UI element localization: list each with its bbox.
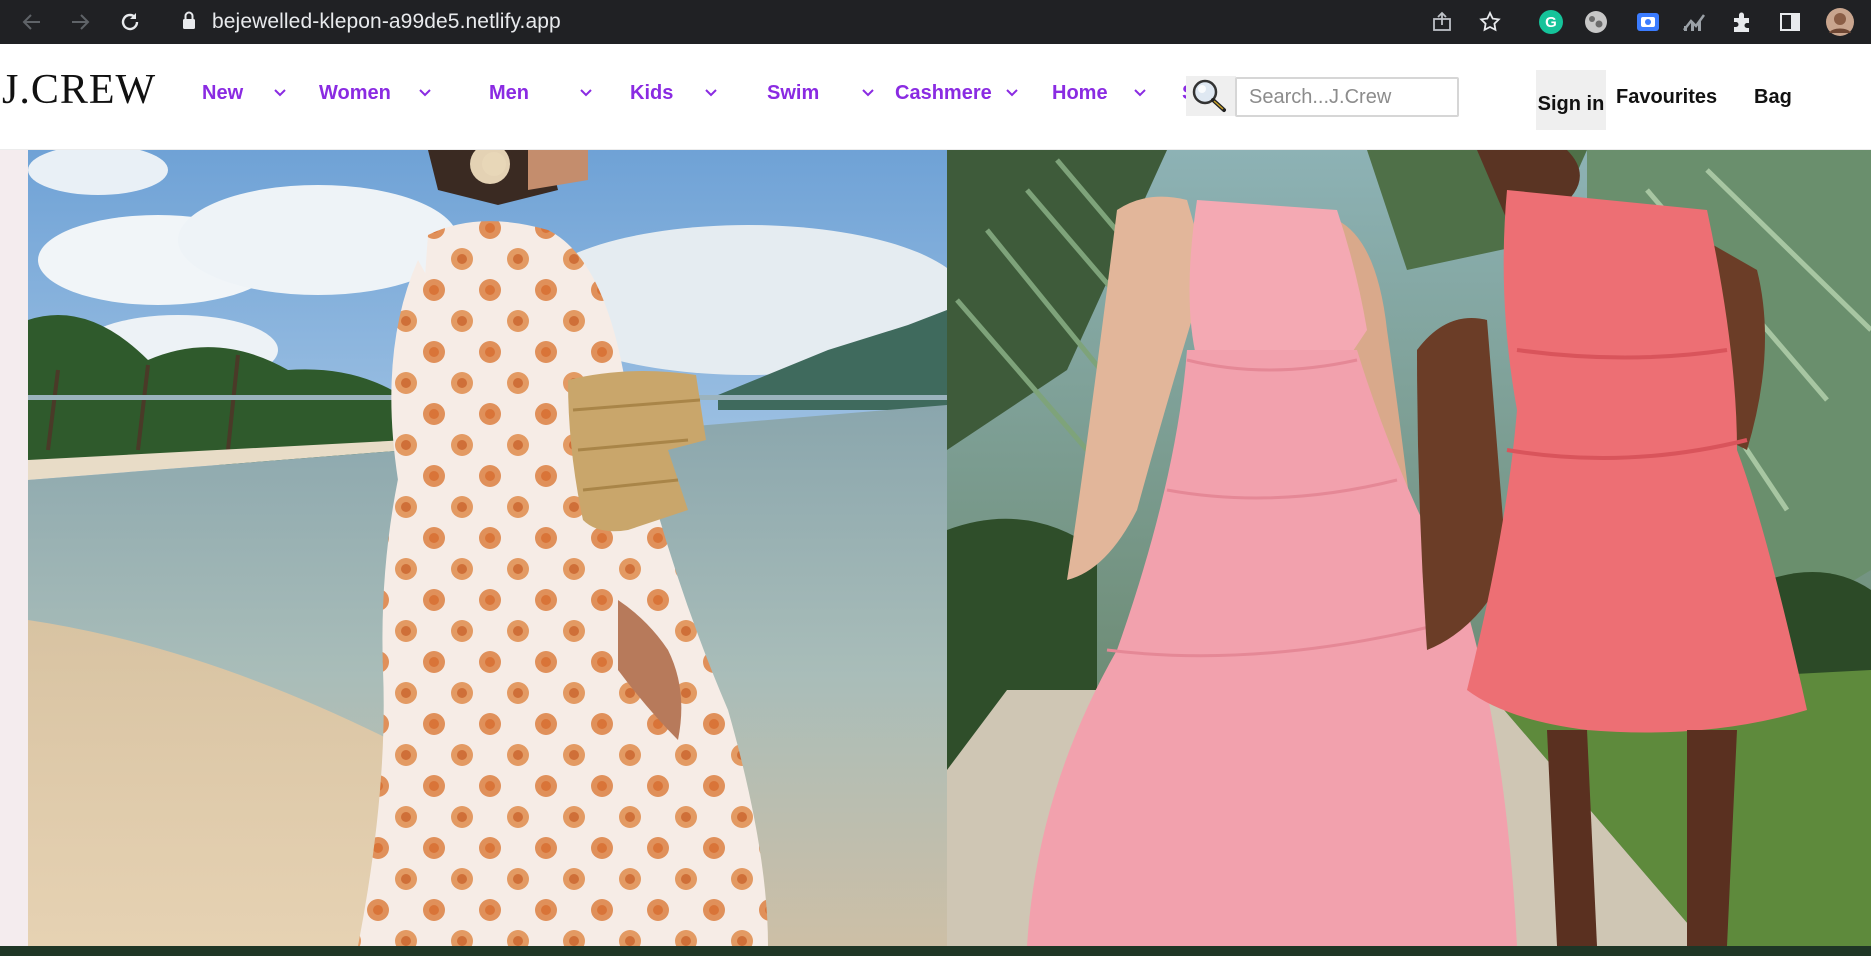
lock-icon[interactable] [181,8,197,34]
forward-icon[interactable] [64,6,96,38]
jcrew-logo[interactable]: J.CREW [2,66,156,114]
beach-floral-dress-photo[interactable] [28,150,947,946]
chevron-down-icon[interactable] [271,84,289,102]
share-icon[interactable] [1426,6,1458,38]
sidepanel-icon[interactable] [1774,6,1806,38]
puzzle-icon[interactable] [1726,6,1758,38]
profile-avatar[interactable] [1824,6,1856,38]
back-icon[interactable] [16,6,48,38]
nav-home[interactable]: Home [1052,80,1108,106]
svg-text:G: G [1545,14,1557,31]
browser-toolbar: bejewelled-klepon-a99de5.netlify.app G [0,0,1871,44]
chevron-down-icon[interactable] [1003,84,1021,102]
bottom-strip [0,946,1871,956]
grammarly-icon[interactable]: G [1535,6,1567,38]
nav-cashmere[interactable]: Cashmere [895,80,992,106]
chevron-down-icon[interactable] [577,84,595,102]
nav-swim[interactable]: Swim [767,80,819,106]
search-input[interactable] [1235,77,1459,117]
chevron-down-icon[interactable] [1131,84,1149,102]
chevron-down-icon[interactable] [702,84,720,102]
nav-men[interactable]: Men [489,80,529,106]
page-left-gutter [0,150,28,946]
favourites-link[interactable]: Favourites [1616,84,1717,110]
nav-new[interactable]: New [202,80,243,106]
pink-sundresses-photo[interactable] [947,150,1871,946]
stats-icon[interactable] [1678,6,1710,38]
chevron-down-icon[interactable] [416,84,434,102]
nav-women[interactable]: Women [319,80,391,106]
site-header: J.CREW New Women Men Kids Swim Cashmere … [0,44,1871,150]
star-icon[interactable] [1474,6,1506,38]
reload-icon[interactable] [114,6,146,38]
address-bar-url[interactable]: bejewelled-klepon-a99de5.netlify.app [212,5,561,39]
signin-button[interactable]: Sign in [1536,70,1606,130]
bag-link[interactable]: Bag [1754,84,1792,110]
nav-kids[interactable]: Kids [630,80,673,106]
extension-icon[interactable] [1580,6,1612,38]
chevron-down-icon[interactable] [859,84,877,102]
search-icon[interactable] [1186,76,1236,116]
screen-capture-icon[interactable] [1632,6,1664,38]
